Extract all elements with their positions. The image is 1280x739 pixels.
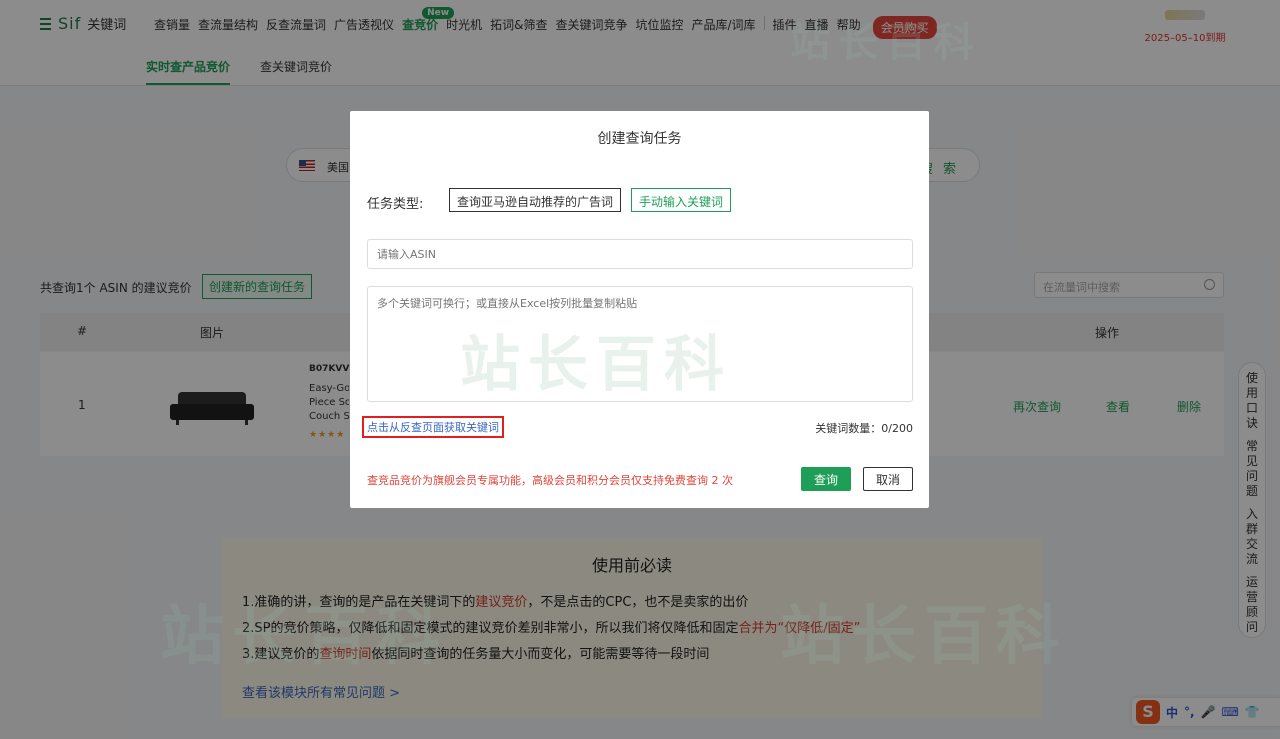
keyword-count: 关键词数量：0/200 bbox=[815, 420, 913, 436]
keywords-textarea[interactable] bbox=[367, 286, 913, 402]
keyword-count-value: 0/200 bbox=[881, 422, 913, 435]
query-button[interactable]: 查询 bbox=[801, 467, 851, 491]
task-type-amazon-recommended[interactable]: 查询亚马逊自动推荐的广告词 bbox=[449, 188, 622, 212]
asin-input[interactable] bbox=[367, 239, 913, 269]
task-type-manual-keywords[interactable]: 手动输入关键词 bbox=[631, 188, 732, 212]
keyword-count-label: 关键词数量： bbox=[815, 422, 882, 435]
cancel-button[interactable]: 取消 bbox=[863, 467, 913, 491]
dialog-title: 创建查询任务 bbox=[597, 131, 682, 147]
vip-notice: 查竞品竞价为旗舰会员专属功能，高级会员和积分会员仅支持免费查询 2 次 bbox=[367, 474, 733, 487]
fetch-keywords-link[interactable]: 点击从反查页面获取关键词 bbox=[362, 416, 504, 438]
create-task-dialog: 创建查询任务 任务类型: 查询亚马逊自动推荐的广告词 手动输入关键词 站长百科 … bbox=[350, 111, 929, 508]
task-type-label: 任务类型: bbox=[367, 197, 424, 212]
